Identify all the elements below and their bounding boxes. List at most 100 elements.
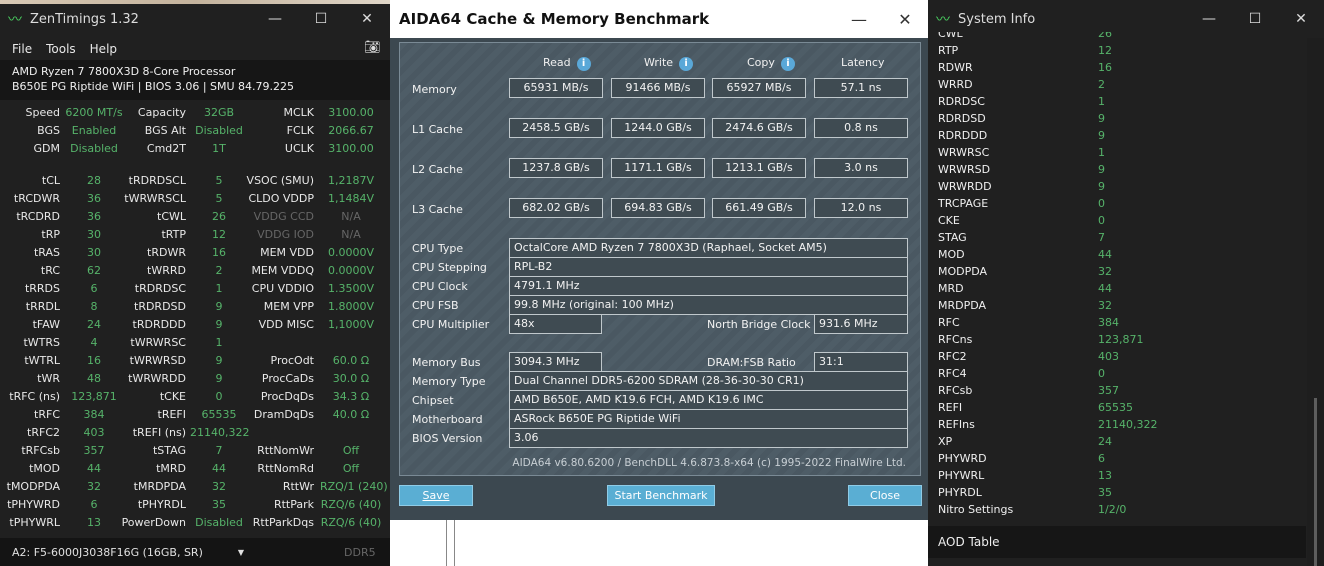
timing-value: RZQ/6 (40)	[320, 516, 382, 529]
sysinfo-key: PHYWRL	[938, 469, 985, 482]
close-icon[interactable]: ✕	[344, 0, 390, 38]
sysinfo-row: MRDPDA 32	[938, 299, 1306, 316]
sysinfo-key: RFCsb	[938, 384, 973, 397]
scrollbar[interactable]	[1307, 38, 1324, 566]
motherboard-value: ASRock B650E PG Riptide WiFi	[509, 409, 908, 429]
cpu-stepping-value: RPL-B2	[509, 257, 908, 277]
timing-value: 13	[87, 516, 101, 529]
minimize-icon[interactable]: —	[836, 0, 882, 38]
close-icon[interactable]: ✕	[882, 0, 928, 38]
timing-label: Speed	[25, 106, 60, 119]
board-bios: B650E PG Riptide WiFi | BIOS 3.06 | SMU …	[12, 80, 295, 93]
timing-value: 1,2187V	[327, 174, 374, 187]
sysinfo-value: 32	[1098, 265, 1112, 278]
scrollbar-thumb[interactable]	[1314, 398, 1317, 566]
sysinfo-value: 16	[1098, 61, 1112, 74]
timing-label: PowerDown	[121, 516, 186, 529]
timing-label: tWRWRSD	[129, 354, 186, 367]
menu-file[interactable]: File	[12, 42, 32, 56]
sysinfo-row: XP 24	[938, 435, 1306, 452]
bench-read-value: 1237.8 GB/s	[509, 158, 603, 178]
sysinfo-key: RDRDDD	[938, 129, 988, 142]
sysinfo-row: WRWRDD 9	[938, 180, 1306, 197]
timing-value: 32	[212, 480, 226, 493]
timing-label: VSOC (SMU)	[246, 174, 314, 187]
sysinfo-key: PHYWRD	[938, 452, 987, 465]
sysinfo-key: MOD	[938, 248, 965, 261]
bench-copy-value: 65927 MB/s	[712, 78, 806, 98]
timing-value: 0.0000V	[327, 264, 374, 277]
timing-row: tMODPDA 32 tMRDPDA 32 RttWr RZQ/1 (240)	[0, 478, 390, 496]
sysinfo-value: 2	[1098, 78, 1105, 91]
timing-label: tRDRDSD	[134, 300, 186, 313]
timing-value: 403	[83, 426, 105, 439]
module-select[interactable]: A2: F5-6000J3038F16G (16GB, SR) ▼	[12, 546, 244, 559]
cpu-fsb-value: 99.8 MHz (original: 100 MHz)	[509, 295, 908, 315]
timing-label: tRDRDDD	[132, 318, 186, 331]
sysinfo-row: CKE 0	[938, 214, 1306, 231]
timing-row: tMOD 44 tMRD 44 RttNomRd Off	[0, 460, 390, 478]
timing-row: tRAS 30 tRDWR 16 MEM VDD 0.0000V	[0, 244, 390, 262]
info-icon[interactable]: i	[679, 57, 694, 71]
cpu-type-value: OctalCore AMD Ryzen 7 7800X3D (Raphael, …	[509, 238, 908, 258]
timing-label: RttPark	[273, 498, 314, 511]
info-icon[interactable]: i	[780, 57, 795, 71]
sysinfo-row: TRCPAGE 0	[938, 197, 1306, 214]
bench-copy-value: 1213.1 GB/s	[712, 158, 806, 178]
start-benchmark-button[interactable]: Start Benchmark	[607, 485, 715, 506]
timing-label: tRP	[41, 228, 60, 241]
timing-label: ProcOdt	[270, 354, 314, 367]
timing-value: 0.0000V	[327, 246, 374, 259]
sysinfo-key: REFI	[938, 401, 963, 414]
sysinfo-value: 0	[1098, 214, 1105, 227]
timing-value: 4	[90, 336, 98, 349]
timing-value: 16	[87, 354, 101, 367]
timing-row: tFAW 24 tRDRDDD 9 VDD MISC 1,1000V	[0, 316, 390, 334]
timing-row: tRFC (ns) 123,871 tCKE 0 ProcDqDs 34.3 Ω	[0, 388, 390, 406]
menu-tools[interactable]: Tools	[46, 42, 76, 56]
save-button[interactable]: Save	[399, 485, 473, 506]
menu-help[interactable]: Help	[90, 42, 117, 56]
cpu-fsb-label: CPU FSB	[412, 299, 459, 312]
sysinfo-value: 0	[1098, 197, 1105, 210]
timing-label: tCWL	[157, 210, 186, 223]
sysinfo-row: RTP 12	[938, 44, 1306, 61]
sys-title: System Info	[958, 11, 1036, 27]
sysinfo-row: RDRDSC 1	[938, 95, 1306, 112]
sysinfo-row: REFI 65535	[938, 401, 1306, 418]
timing-label: MEM VDDQ	[251, 264, 314, 277]
sysinfo-value: 1	[1098, 146, 1105, 159]
timing-value: 8	[90, 300, 98, 313]
close-button[interactable]: Close	[848, 485, 922, 506]
zen-window-controls: — ☐ ✕	[252, 0, 390, 38]
timing-value: Disabled	[70, 142, 118, 155]
timing-label: VDDG IOD	[257, 228, 314, 241]
timing-value: 1.3500V	[327, 282, 374, 295]
zentimings-logo-icon: 〰	[936, 12, 950, 28]
timing-row: tRRDS 6 tRDRDSC 1 CPU VDDIO 1.3500V	[0, 280, 390, 298]
sysinfo-value: 123,871	[1098, 333, 1144, 346]
timing-value: RZQ/1 (240)	[320, 480, 388, 493]
screenshot-camera-icon[interactable]: 📷︎	[364, 40, 381, 55]
minimize-icon[interactable]: —	[252, 0, 298, 38]
timing-row: tRCDRD 36 tCWL 26 VDDG CCD N/A	[0, 208, 390, 226]
bench-read-value: 2458.5 GB/s	[509, 118, 603, 138]
bench-read-value: 682.02 GB/s	[509, 198, 603, 218]
timing-value: 44	[87, 462, 101, 475]
aod-table-header[interactable]: AOD Table	[928, 526, 1306, 558]
info-icon[interactable]: i	[576, 57, 591, 71]
timing-label: CPU VDDIO	[251, 282, 314, 295]
sysinfo-row: PHYWRD 6	[938, 452, 1306, 469]
timing-label: tWTRS	[23, 336, 60, 349]
timing-value: 36	[87, 210, 101, 223]
timing-value: RZQ/6 (40)	[320, 498, 382, 511]
timing-label: tMRDPDA	[133, 480, 186, 493]
sysinfo-key: RDRDSD	[938, 112, 986, 125]
sysinfo-row: PHYRDL 35	[938, 486, 1306, 503]
timing-label: tWRWRDD	[128, 372, 186, 385]
maximize-icon[interactable]: ☐	[298, 0, 344, 38]
timing-label: BGS Alt	[144, 124, 186, 137]
timing-label: tSTAG	[152, 444, 186, 457]
sysinfo-row: RFC4 0	[938, 367, 1306, 384]
timing-label: tRTP	[161, 228, 186, 241]
